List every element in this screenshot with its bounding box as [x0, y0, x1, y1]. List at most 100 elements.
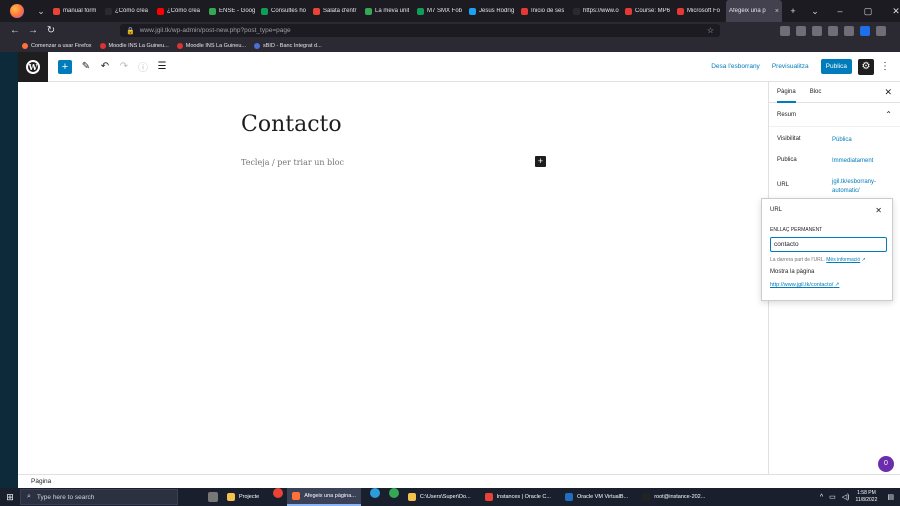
block-placeholder[interactable]: Tecleja / per triar un bloc: [241, 158, 344, 167]
block-inserter-button[interactable]: +: [58, 59, 72, 74]
external-link-icon: ↗: [833, 282, 840, 288]
publish-button[interactable]: Publica: [820, 59, 852, 74]
taskbar-app[interactable]: Instances | Oracle C...: [480, 488, 556, 506]
inline-add-block-button[interactable]: +: [535, 156, 546, 167]
maximize-button[interactable]: ▢: [854, 6, 882, 17]
tab-active[interactable]: Afegeix una p ×: [726, 0, 782, 22]
system-tray: ^ ▭ ◁) 1:58 PM 11/8/2022 ▤: [820, 490, 900, 504]
summary-panel-header[interactable]: Resum ⌃: [769, 103, 900, 127]
tab-block[interactable]: Bloc: [810, 82, 822, 103]
tab-favicon-icon: [209, 7, 216, 15]
visibility-value[interactable]: Pública: [832, 136, 892, 145]
taskbar-app-icon: [292, 492, 301, 500]
volume-icon[interactable]: ◁): [842, 493, 850, 501]
help-chat-bubble[interactable]: 0: [878, 456, 894, 472]
preview-button[interactable]: Previsualitza: [772, 63, 809, 70]
bookmark-item[interactable]: Comenzar a usar Firefox: [22, 42, 92, 49]
more-options-icon[interactable]: ⋮: [880, 61, 890, 72]
clock-date: 11/8/2022: [855, 497, 878, 503]
screenshot-icon[interactable]: [844, 25, 854, 36]
reload-button[interactable]: ↻: [42, 25, 60, 36]
editor-status-breadcrumb[interactable]: Pàgina: [18, 474, 900, 488]
lock-icon[interactable]: 🔒: [126, 27, 135, 35]
tab-close-icon[interactable]: ×: [773, 8, 779, 15]
bookmark-item[interactable]: sBID - Banc Integrat d...: [254, 42, 322, 49]
browser-tab[interactable]: La meva unit: [362, 0, 414, 22]
publish-value[interactable]: Immediatament: [832, 157, 892, 166]
list-tabs-button[interactable]: ⌄: [804, 6, 826, 17]
spinner-app-icon[interactable]: [388, 488, 399, 498]
close-sidebar-icon[interactable]: ✕: [884, 87, 892, 98]
taskbar-app-label: root@instance-202...: [654, 494, 706, 500]
taskbar-app[interactable]: Afegeix una pàgina...: [287, 488, 361, 506]
tab-favicon-icon: [677, 7, 684, 15]
bookmark-item[interactable]: Moodle INS La Guineu...: [176, 42, 246, 49]
account-icon[interactable]: [860, 25, 870, 36]
chrome-taskbar-icon[interactable]: [273, 488, 284, 498]
undo-icon[interactable]: ↶: [100, 61, 110, 72]
taskbar-app[interactable]: Oracle VM VirtualB...: [560, 488, 633, 506]
permalink-input[interactable]: [770, 237, 887, 252]
taskbar-app-icon: [564, 493, 573, 501]
browser-tab[interactable]: Microsoft Fo: [674, 0, 726, 22]
menu-icon[interactable]: [876, 25, 886, 36]
browser-tab[interactable]: Consultes ho: [258, 0, 310, 22]
browser-tab[interactable]: Course: MP6: [622, 0, 674, 22]
close-window-button[interactable]: ✕: [882, 6, 900, 17]
notifications-icon[interactable]: ▤: [887, 493, 894, 501]
extensions-puzzle-icon[interactable]: [828, 25, 838, 36]
firefox-bookmark-icon: [22, 42, 28, 49]
tools-pencil-icon[interactable]: ✎: [81, 61, 91, 72]
browser-tab[interactable]: ¿Cómo crea: [154, 0, 206, 22]
taskbar-app[interactable]: C:\Users\Super\Do...: [403, 488, 476, 506]
taskbar-clock[interactable]: 1:58 PM 11/8/2022: [856, 490, 878, 504]
network-monitor-icon[interactable]: [369, 488, 380, 498]
close-popover-icon[interactable]: ✕: [875, 206, 882, 215]
pocket-icon[interactable]: [780, 25, 790, 36]
taskbar-app[interactable]: Projecte: [222, 488, 264, 506]
url-text[interactable]: www.jgil.tk/wp-admin/post-new.php?post_t…: [140, 27, 291, 34]
bookmark-star-icon[interactable]: ☆: [707, 26, 714, 35]
tab-page[interactable]: Pàgina: [777, 82, 796, 103]
browser-tab[interactable]: ENSE - Goog: [206, 0, 258, 22]
tab-overflow-icon[interactable]: ⌄: [32, 6, 50, 17]
network-icon[interactable]: ▭: [829, 493, 836, 501]
url-value[interactable]: jgil.tk/esborrany-automatic/: [832, 178, 892, 196]
popover-title: URL: [770, 207, 783, 213]
taskbar-search-box[interactable]: ⌕ Type here to search: [20, 489, 178, 505]
browser-tab[interactable]: ¿Cómo crea: [102, 0, 154, 22]
extension-icon[interactable]: [796, 25, 806, 36]
list-view-icon[interactable]: ☰: [157, 61, 167, 72]
back-button[interactable]: ←: [6, 25, 24, 36]
browser-tab[interactable]: Jesús Rodríg: [466, 0, 518, 22]
visibility-label: Visibilitat: [777, 136, 801, 142]
settings-gear-icon[interactable]: ⚙: [858, 58, 874, 75]
forward-button[interactable]: →: [24, 25, 42, 36]
redo-icon[interactable]: ↷: [119, 61, 129, 72]
firefox-logo-icon[interactable]: [10, 4, 24, 18]
windows-start-icon[interactable]: ⊞: [0, 492, 20, 503]
browser-tab[interactable]: https://www.ora: [570, 0, 622, 22]
browser-tab[interactable]: Salata d'entr: [310, 0, 362, 22]
moodle-bookmark-icon: [99, 42, 106, 49]
browser-tab[interactable]: M7 SMX Fob: [414, 0, 466, 22]
share-icon[interactable]: [812, 25, 822, 36]
browser-tab[interactable]: manual form: [50, 0, 102, 22]
editor-canvas[interactable]: Contacto Tecleja / per triar un bloc +: [18, 82, 768, 474]
task-view-icon[interactable]: [208, 492, 218, 502]
save-draft-button[interactable]: Desa l'esborrany: [711, 63, 760, 70]
post-title[interactable]: Contacto: [241, 112, 342, 137]
chevron-up-icon[interactable]: ⌃: [885, 110, 892, 119]
bookmark-item[interactable]: Moodle INS La Guineu...: [99, 42, 169, 49]
view-page-link[interactable]: http://www.jgil.tk/contacto/ ↗: [770, 282, 884, 288]
taskbar-app[interactable]: root@instance-202...: [637, 488, 710, 506]
wordpress-logo-icon[interactable]: W: [18, 51, 48, 82]
url-bar[interactable]: 🔒 www.jgil.tk/wp-admin/post-new.php?post…: [120, 24, 720, 37]
new-tab-button[interactable]: +: [782, 6, 804, 16]
browser-tab-label: https://www.ora: [583, 8, 619, 14]
tray-arrow-icon[interactable]: ^: [820, 494, 823, 501]
minimize-button[interactable]: –: [826, 6, 854, 17]
details-info-icon[interactable]: ⓘ: [138, 59, 148, 74]
browser-tab[interactable]: Inicio de ses: [518, 0, 570, 22]
learn-more-link[interactable]: Més informació: [826, 257, 860, 263]
